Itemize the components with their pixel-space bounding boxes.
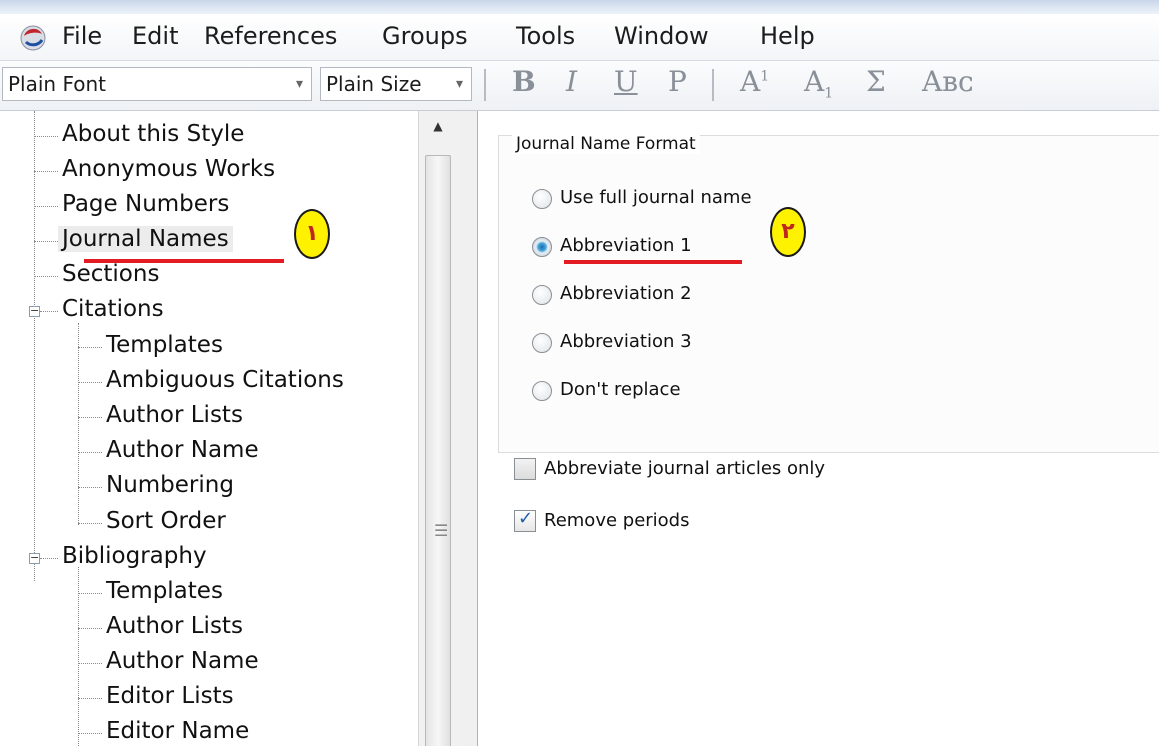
scroll-thumb[interactable]: ☰ — [425, 155, 451, 746]
tree-item-citations-templates[interactable]: Templates — [106, 332, 223, 358]
radio-label: Don't replace — [560, 379, 681, 400]
size-dropdown-value: Plain Size — [326, 72, 422, 96]
tree-connector — [78, 628, 102, 629]
tree-connector — [78, 417, 102, 418]
style-tree-panel: About this Style Anonymous Works Page Nu… — [0, 111, 418, 746]
radio-button-icon[interactable] — [532, 285, 552, 305]
window-title-strip — [0, 0, 1159, 14]
plain-button[interactable]: P — [668, 65, 687, 98]
collapse-toggle-icon[interactable]: − — [29, 552, 40, 564]
group-title: Journal Name Format — [512, 134, 700, 154]
radio-label: Use full journal name — [560, 187, 752, 208]
toolbar-divider — [712, 69, 714, 101]
symbol-button[interactable]: Σ — [866, 65, 886, 98]
menu-references[interactable]: References — [204, 22, 337, 50]
radio-label: Abbreviation 3 — [560, 331, 692, 352]
tree-connector — [34, 276, 58, 277]
tree-item-bibliography-templates[interactable]: Templates — [106, 578, 223, 604]
tree-connector — [78, 323, 79, 525]
radio-label: Abbreviation 2 — [560, 283, 692, 304]
tree-connector — [78, 523, 102, 524]
font-dropdown[interactable]: Plain Font ▾ — [2, 67, 312, 101]
tree-connector — [78, 452, 102, 453]
superscript-base: A — [740, 65, 761, 98]
tree-connector — [34, 171, 58, 172]
tree-connector — [34, 241, 58, 242]
tree-item-citations-author-name[interactable]: Author Name — [106, 437, 259, 463]
tree-item-about-this-style[interactable]: About this Style — [62, 121, 244, 147]
font-dropdown-value: Plain Font — [8, 72, 107, 96]
journal-names-pane: Journal Name Format Use full journal nam… — [478, 111, 1159, 746]
endnote-logo-icon — [20, 25, 46, 51]
tree-connector — [34, 111, 35, 581]
tree-item-citations[interactable]: Citations — [62, 296, 164, 322]
size-dropdown[interactable]: Plain Size ▾ — [320, 67, 472, 101]
radio-button-icon[interactable] — [532, 189, 552, 209]
menu-help[interactable]: Help — [760, 22, 815, 50]
radio-button-selected-icon[interactable] — [532, 237, 552, 257]
checkbox-icon[interactable] — [514, 458, 536, 480]
tree-item-editor-name[interactable]: Editor Name — [106, 718, 249, 744]
annotation-underline — [564, 260, 742, 264]
subscript-mark: 1 — [824, 85, 834, 102]
menu-tools[interactable]: Tools — [516, 22, 575, 50]
tree-item-editor-lists[interactable]: Editor Lists — [106, 683, 234, 709]
menu-file[interactable]: File — [62, 22, 102, 50]
radio-button-icon[interactable] — [532, 381, 552, 401]
menu-bar: File Edit References Groups Tools Window… — [0, 14, 1159, 61]
tree-connector — [78, 347, 102, 348]
subscript-base: A — [804, 65, 825, 98]
checkbox-label: Remove periods — [544, 510, 690, 531]
superscript-button[interactable]: A1 — [740, 65, 769, 98]
tree-item-anonymous-works[interactable]: Anonymous Works — [62, 156, 275, 182]
checkbox-label: Abbreviate journal articles only — [544, 458, 826, 479]
annotation-underline — [84, 259, 284, 263]
chevron-down-icon: ▾ — [455, 76, 463, 92]
tree-connector — [78, 663, 102, 664]
radio-button-icon[interactable] — [532, 333, 552, 353]
tree-item-bibliography-author-lists[interactable]: Author Lists — [106, 613, 243, 639]
menu-groups[interactable]: Groups — [382, 22, 468, 50]
tree-item-bibliography-author-name[interactable]: Author Name — [106, 648, 259, 674]
tree-connector — [78, 382, 102, 383]
tree-connector — [40, 311, 58, 312]
tree-connector — [78, 698, 102, 699]
tree-item-ambiguous-citations[interactable]: Ambiguous Citations — [106, 367, 344, 393]
checkbox-checked-icon[interactable]: ✓ — [514, 508, 536, 532]
tree-scrollbar[interactable]: ▲ ☰ — [418, 111, 458, 746]
tree-connector — [34, 136, 58, 137]
tree-item-sections[interactable]: Sections — [62, 261, 159, 287]
tree-connector — [34, 206, 58, 207]
underline-button[interactable]: U — [614, 65, 638, 98]
tree-item-journal-names[interactable]: Journal Names — [58, 226, 233, 252]
tree-item-citations-author-lists[interactable]: Author Lists — [106, 402, 243, 428]
scroll-up-arrow-icon[interactable]: ▲ — [419, 111, 457, 141]
italic-button[interactable]: I — [566, 65, 577, 98]
tree-connector — [78, 487, 102, 488]
collapse-toggle-icon[interactable]: − — [29, 305, 40, 317]
radio-label: Abbreviation 1 — [560, 235, 692, 256]
format-toolbar: Plain Font ▾ Plain Size ▾ B I U P A1 A1 … — [0, 61, 1159, 111]
annotation-badge-2: ٢ — [770, 207, 806, 257]
grip-icon: ☰ — [434, 521, 449, 540]
pane-splitter[interactable] — [458, 111, 478, 746]
tree-item-sort-order[interactable]: Sort Order — [106, 508, 226, 534]
tree-item-page-numbers[interactable]: Page Numbers — [62, 191, 229, 217]
chevron-down-icon: ▾ — [295, 76, 303, 92]
superscript-mark: 1 — [760, 68, 770, 85]
tree-connector — [40, 558, 58, 559]
menu-window[interactable]: Window — [614, 22, 709, 50]
annotation-badge-1: ١ — [294, 209, 330, 259]
checkmark-icon: ✓ — [518, 508, 534, 529]
menu-edit[interactable]: Edit — [132, 22, 178, 50]
subscript-button[interactable]: A1 — [804, 65, 833, 102]
tree-connector — [78, 733, 102, 734]
tree-item-numbering[interactable]: Numbering — [106, 472, 234, 498]
bold-button[interactable]: B — [512, 65, 536, 98]
toolbar-divider — [484, 69, 486, 101]
small-caps-button[interactable]: Aʙᴄ — [922, 65, 974, 98]
tree-item-bibliography[interactable]: Bibliography — [62, 543, 207, 569]
tree-connector — [78, 593, 102, 594]
